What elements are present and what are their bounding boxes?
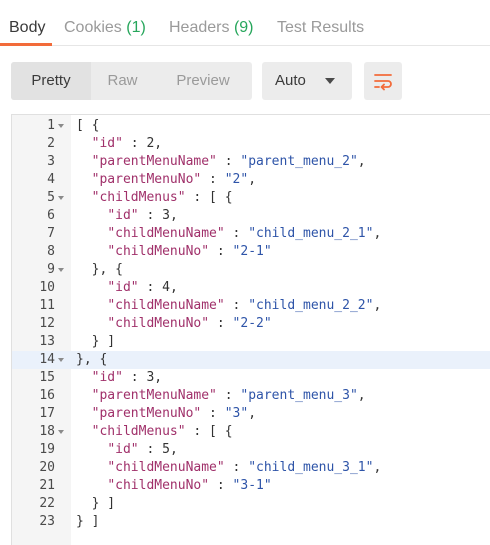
code-line: 13 } ] [12, 333, 490, 351]
code-line: 5 "childMenus" : [ { [12, 189, 490, 207]
format-select[interactable]: Auto [262, 62, 352, 100]
preview-button[interactable]: Preview [154, 62, 252, 100]
response-tabs: Body Cookies (1) Headers (9) Test Result… [0, 0, 490, 46]
tab-test-results-label: Test Results [277, 19, 365, 36]
code-text: "childMenuNo" : "2-2" [107, 316, 272, 331]
raw-button[interactable]: Raw [91, 62, 154, 100]
code-text: "childMenuName" : "child_menu_3_1", [107, 460, 382, 475]
code-line: 14 }, { [12, 351, 490, 369]
line-number: 19 [39, 442, 55, 457]
code-line: 7 "childMenuName" : "child_menu_2_1", [12, 225, 490, 243]
code-line: 3 "parentMenuName" : "parent_menu_2", [12, 153, 490, 171]
tab-cookies-label: Cookies [64, 19, 122, 36]
code-line: 20 "childMenuName" : "child_menu_3_1", [12, 459, 490, 477]
code-line: 11 "childMenuName" : "child_menu_2_2", [12, 297, 490, 315]
code-text: "childMenuName" : "child_menu_2_2", [107, 298, 382, 313]
active-tab-indicator [0, 43, 52, 46]
line-number: 3 [47, 154, 55, 169]
code-line: 8 "childMenuNo" : "2-1" [12, 243, 490, 261]
line-number: 18 [39, 424, 55, 439]
line-number: 15 [39, 370, 55, 385]
code-text: "parentMenuName" : "parent_menu_2", [91, 154, 366, 169]
code-line: 19 "id" : 5, [12, 441, 490, 459]
code-text: } ] [76, 496, 116, 511]
code-text: }, { [76, 262, 123, 277]
code-editor[interactable]: 1[ {2 "id" : 2, 3 "parentMenuName" : "par… [11, 114, 490, 545]
line-number: 13 [39, 334, 55, 349]
code-line: 22 } ] [12, 495, 490, 513]
tab-test-results[interactable]: Test Results [277, 0, 364, 46]
tab-headers[interactable]: Headers (9) [169, 0, 254, 46]
code-line: 2 "id" : 2, [12, 135, 490, 153]
line-number: 10 [39, 280, 55, 295]
code-line: 10 "id" : 4, [12, 279, 490, 297]
code-text: } ] [76, 514, 100, 529]
fold-arrow-icon[interactable] [58, 430, 64, 434]
cookies-count-badge: (1) [126, 19, 146, 36]
code-text: } ] [76, 334, 116, 349]
line-number: 17 [39, 406, 55, 421]
line-number: 12 [39, 316, 55, 331]
format-select-value: Auto [275, 72, 306, 89]
line-number: 4 [47, 172, 55, 187]
code-line: 1 [ { [12, 117, 490, 135]
line-number: 2 [47, 136, 55, 151]
line-number: 23 [39, 514, 55, 529]
code-text: "childMenus" : [ { [91, 424, 233, 439]
code-line: 12 "childMenuNo" : "2-2" [12, 315, 490, 333]
line-number: 7 [47, 226, 55, 241]
line-number: 9 [47, 262, 55, 277]
response-viewer: Body Cookies (1) Headers (9) Test Result… [0, 0, 490, 545]
fold-arrow-icon[interactable] [58, 124, 64, 128]
fold-arrow-icon[interactable] [58, 268, 64, 272]
line-number: 22 [39, 496, 55, 511]
code-line: 18 "childMenus" : [ { [12, 423, 490, 441]
code-text: "childMenuName" : "child_menu_2_1", [107, 226, 382, 241]
wrap-lines-button[interactable] [364, 62, 402, 100]
fold-arrow-icon[interactable] [58, 196, 64, 200]
tab-cookies[interactable]: Cookies (1) [64, 0, 146, 46]
code-text: "id" : 3, [107, 208, 178, 223]
line-number: 1 [47, 118, 55, 133]
code-line: 17 "parentMenuNo" : "3", [12, 405, 490, 423]
line-number: 16 [39, 388, 55, 403]
headers-count-badge: (9) [233, 19, 254, 36]
code-text: "id" : 5, [107, 442, 178, 457]
line-number: 8 [47, 244, 55, 259]
code-text: }, { [76, 352, 108, 367]
line-number: 21 [39, 478, 55, 493]
code-line: 16 "parentMenuName" : "parent_menu_3", [12, 387, 490, 405]
wrap-lines-icon [374, 74, 392, 91]
code-text: "parentMenuName" : "parent_menu_3", [91, 388, 366, 403]
code-text: "id" : 2, [91, 136, 163, 151]
line-number: 6 [47, 208, 55, 223]
code-line: 4 "parentMenuNo" : "2", [12, 171, 490, 189]
code-line: 23 } ] [12, 513, 490, 531]
code-text: "childMenus" : [ { [91, 190, 233, 205]
tab-headers-label: Headers [169, 19, 230, 36]
line-number: 20 [39, 460, 55, 475]
code-line: 6 "id" : 3, [12, 207, 490, 225]
tab-body[interactable]: Body [9, 0, 45, 46]
view-mode-group: Pretty Raw Preview [11, 62, 252, 100]
code-text: "parentMenuNo" : "2", [91, 172, 257, 187]
code-line: 9 }, { [12, 261, 490, 279]
code-line: 21 "childMenuNo" : "3-1" [12, 477, 490, 495]
code-text: "childMenuNo" : "2-1" [107, 244, 272, 259]
tab-body-label: Body [9, 19, 46, 36]
chevron-down-icon [325, 78, 335, 84]
line-number: 5 [47, 190, 55, 205]
code-text: [ { [76, 118, 100, 133]
code-line: 15 "id" : 3, [12, 369, 490, 387]
code-text: "parentMenuNo" : "3", [91, 406, 257, 421]
line-number: 14 [39, 352, 55, 367]
code-text: "id" : 3, [91, 370, 163, 385]
code-text: "childMenuNo" : "3-1" [107, 478, 272, 493]
pretty-button[interactable]: Pretty [11, 62, 91, 100]
line-number: 11 [39, 298, 55, 313]
fold-arrow-icon[interactable] [58, 358, 64, 362]
code-text: "id" : 4, [107, 280, 178, 295]
